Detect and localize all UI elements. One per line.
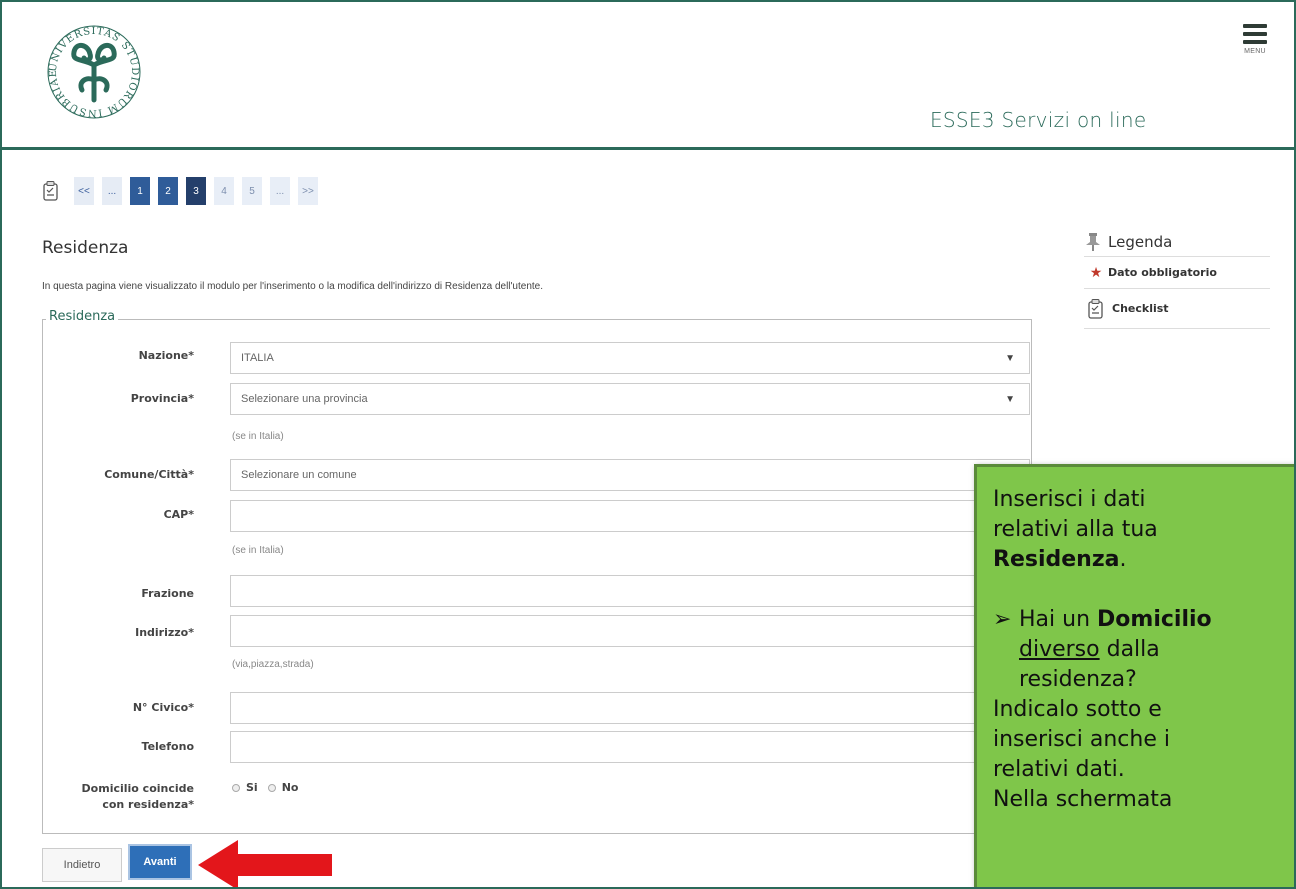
pager-step-5: 5	[242, 177, 262, 205]
pager-first[interactable]: <<	[74, 177, 94, 205]
callout-line: relativi alla tua	[993, 517, 1158, 542]
legenda-panel: Legenda ★ Dato obbligatorio Checklist	[1084, 227, 1270, 329]
callout-line: Nella schermata	[993, 787, 1173, 812]
pager-step-3[interactable]: 3	[186, 177, 206, 205]
callout-line: relativi dati.	[993, 757, 1125, 782]
legenda-title: Legenda	[1108, 232, 1173, 251]
hamburger-icon	[1243, 24, 1267, 28]
legenda-title-row: Legenda	[1084, 227, 1270, 257]
legenda-item-required: ★ Dato obbligatorio	[1084, 257, 1270, 289]
radio-no-label: No	[281, 781, 299, 794]
chevron-down-icon: ▼	[1005, 353, 1015, 364]
callout-bullet-bold: Domicilio	[1097, 607, 1212, 632]
chevron-down-icon: ▼	[1005, 394, 1015, 405]
civico-input[interactable]	[230, 692, 1030, 724]
legenda-item-label: Dato obbligatorio	[1108, 266, 1217, 279]
pager-ellipsis: ...	[102, 177, 122, 205]
domicilio-label-line2: con residenza*	[102, 798, 194, 811]
civico-label: N° Civico*	[132, 701, 194, 714]
callout-line: inserisci anche i	[993, 727, 1170, 752]
back-button[interactable]: Indietro	[42, 848, 122, 882]
domicilio-label: Domicilio coincide con residenza*	[24, 781, 194, 813]
page-frame: UNIVERSITAS STUDIORUM INSUBRIAE MENU ESS…	[0, 0, 1296, 889]
frazione-label: Frazione	[141, 587, 194, 600]
legenda-item-label: Checklist	[1112, 302, 1169, 315]
radio-no[interactable]	[267, 783, 276, 792]
telefono-input[interactable]	[230, 731, 1030, 763]
checklist-icon[interactable]	[42, 180, 60, 202]
callout-bold: Residenza	[993, 547, 1120, 572]
cap-input[interactable]	[230, 500, 1030, 532]
pager-last: >>	[298, 177, 318, 205]
callout-bullet-underline: diverso	[1019, 637, 1100, 662]
help-callout: Inserisci i dati relativi alla tua Resid…	[974, 464, 1294, 887]
cap-hint: (se in Italia)	[232, 545, 284, 556]
nazione-select[interactable]: ITALIA ▼	[230, 342, 1030, 374]
domicilio-label-line1: Domicilio coincide	[81, 782, 194, 795]
provincia-value: Selezionare una provincia	[241, 393, 368, 405]
callout-suffix: .	[1119, 547, 1127, 572]
legenda-item-checklist: Checklist	[1084, 289, 1270, 329]
comune-value: Selezionare un comune	[241, 469, 357, 481]
indirizzo-label: Indirizzo*	[135, 626, 194, 639]
next-button[interactable]: Avanti	[128, 844, 192, 880]
university-logo[interactable]: UNIVERSITAS STUDIORUM INSUBRIAE	[42, 10, 146, 142]
pager-step-1[interactable]: 1	[130, 177, 150, 205]
indirizzo-input[interactable]	[230, 615, 1030, 647]
callout-bullet-rest1: dalla	[1099, 637, 1160, 662]
red-arrow-icon	[198, 840, 332, 887]
provincia-select[interactable]: Selezionare una provincia ▼	[230, 383, 1030, 415]
callout-bullet: ➢ Hai un Domicilio diverso dalla residen…	[993, 605, 1287, 695]
nazione-label: Nazione*	[138, 349, 194, 362]
comune-label: Comune/Città*	[104, 468, 194, 481]
arrow-bullet-icon: ➢	[993, 607, 1012, 632]
checklist-icon	[1088, 298, 1103, 319]
menu-label: MENU	[1244, 48, 1266, 55]
frazione-input[interactable]	[230, 575, 1030, 607]
fieldset-legend: Residenza	[46, 309, 119, 324]
domicilio-radio-group: Si No	[232, 781, 298, 794]
radio-si[interactable]	[232, 783, 240, 792]
callout-line: Indicalo sotto e	[993, 697, 1162, 722]
callout-bullet-prefix: Hai un	[1019, 607, 1098, 632]
app-title: ESSE3 Servizi on line	[930, 108, 1147, 132]
callout-line: Inserisci i dati	[993, 487, 1146, 512]
provincia-label: Provincia*	[130, 392, 194, 405]
callout-line: Residenza.	[993, 545, 1287, 575]
cap-label: CAP*	[163, 508, 194, 521]
radio-si-label: Si	[246, 781, 258, 794]
telefono-label: Telefono	[141, 740, 194, 753]
star-icon: ★	[1089, 264, 1103, 281]
pin-icon	[1086, 232, 1100, 251]
pager-step-4: 4	[214, 177, 234, 205]
step-pager: << ... 1 2 3 4 5 ... >>	[42, 177, 326, 205]
pager-ellipsis: ...	[270, 177, 290, 205]
provincia-hint: (se in Italia)	[232, 431, 284, 442]
callout-bullet-rest2: residenza?	[1019, 667, 1137, 692]
menu-button[interactable]: MENU	[1237, 24, 1273, 74]
pager-step-2[interactable]: 2	[158, 177, 178, 205]
comune-select[interactable]: Selezionare un comune ▼	[230, 459, 1030, 491]
page-title: Residenza	[42, 238, 129, 258]
indirizzo-hint: (via,piazza,strada)	[232, 659, 314, 670]
header: UNIVERSITAS STUDIORUM INSUBRIAE MENU ESS…	[2, 2, 1294, 150]
nazione-value: ITALIA	[241, 352, 274, 364]
page-intro: In questa pagina viene visualizzato il m…	[42, 281, 544, 292]
